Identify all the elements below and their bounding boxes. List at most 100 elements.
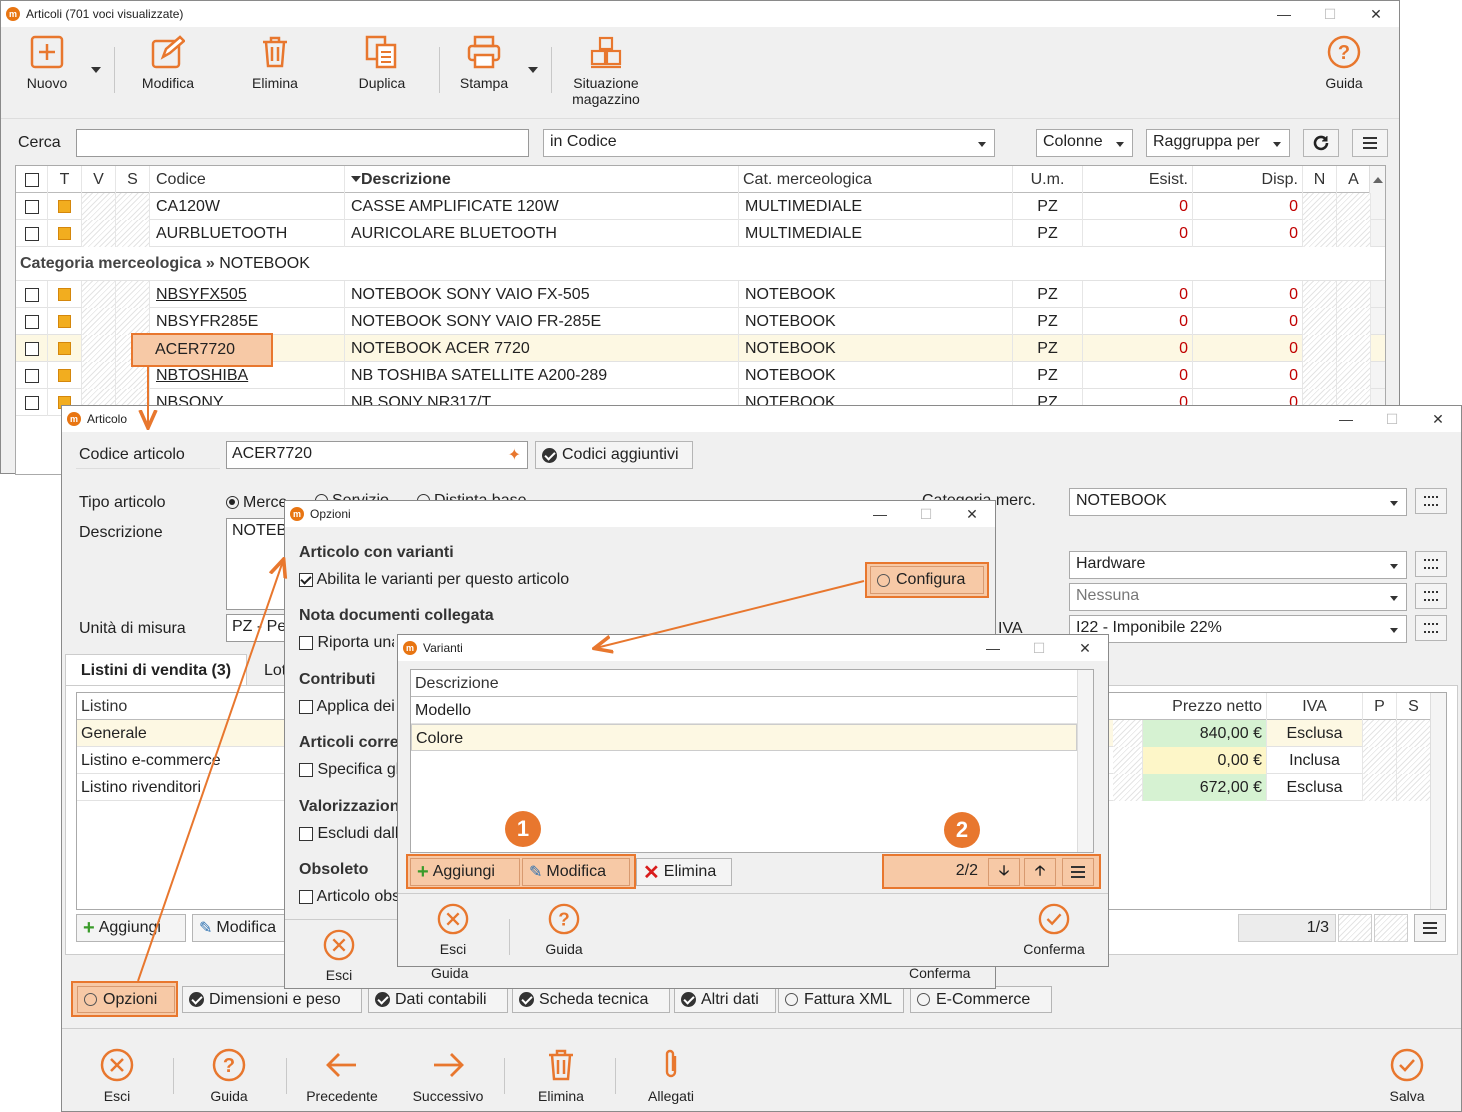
maximize-icon[interactable]: ☐ xyxy=(1369,406,1415,432)
varianti-esci-button[interactable]: Esci xyxy=(436,903,470,957)
opzioni-esci-button[interactable]: Esci xyxy=(321,929,357,983)
listini-scrollbar[interactable] xyxy=(1430,693,1446,909)
minimize-icon[interactable]: — xyxy=(1323,406,1369,432)
col-iva[interactable]: IVA xyxy=(1267,693,1363,720)
group-by-select[interactable]: Raggruppa per xyxy=(1146,129,1290,157)
variante-row[interactable]: Modello xyxy=(411,697,1077,724)
opzioni-guida-label[interactable]: Guida xyxy=(431,965,468,981)
col-listino[interactable]: Listino xyxy=(77,693,297,720)
situazione-magazzino-button[interactable]: Situazione magazzino xyxy=(567,35,645,107)
articolo-esci-button[interactable]: Esci xyxy=(98,1048,136,1104)
codice-input[interactable]: ACER7720 ✦ xyxy=(226,441,528,469)
section-button-dimensioni-e-peso[interactable]: Dimensioni e peso xyxy=(182,986,362,1013)
close-icon[interactable]: ✕ xyxy=(949,501,995,527)
chk-varianti[interactable]: Abilita le varianti per questo articolo xyxy=(299,571,569,589)
precedente-button[interactable]: Precedente xyxy=(302,1048,382,1104)
maximize-icon[interactable]: ☐ xyxy=(1307,1,1353,27)
menu-button[interactable] xyxy=(1352,129,1388,157)
col-n[interactable]: N xyxy=(1303,166,1337,193)
sparkle-icon[interactable]: ✦ xyxy=(508,445,521,465)
configura-button[interactable]: Configura xyxy=(870,566,984,594)
row-checkbox[interactable] xyxy=(24,226,39,241)
row-checkbox[interactable] xyxy=(24,368,39,383)
nuovo-dropdown-icon[interactable] xyxy=(91,67,101,78)
col-descrizione[interactable]: Descrizione xyxy=(411,670,1079,697)
col-s[interactable]: S xyxy=(116,166,150,193)
minimize-icon[interactable]: — xyxy=(1261,1,1307,27)
col-codice[interactable]: Codice xyxy=(150,166,345,193)
iva-select[interactable]: I22 - Imponibile 22% xyxy=(1069,615,1407,643)
close-icon[interactable]: ✕ xyxy=(1062,635,1108,661)
group-header-row[interactable]: Categoria merceologica » NOTEBOOK xyxy=(16,247,1385,281)
col-p[interactable]: P xyxy=(1363,693,1397,720)
row-checkbox[interactable] xyxy=(24,199,39,214)
section-button-scheda-tecnica[interactable]: Scheda tecnica xyxy=(512,986,670,1013)
cat-list-button[interactable] xyxy=(1415,488,1447,514)
table-row[interactable]: NBSYFX505 NOTEBOOK SONY VAIO FX-505 NOTEBO… xyxy=(16,281,1385,308)
hardware-select[interactable]: Hardware xyxy=(1069,551,1407,579)
minimize-icon[interactable]: — xyxy=(857,501,903,527)
chk-nota[interactable]: Riporta una nota xyxy=(299,634,394,652)
maximize-icon[interactable]: ☐ xyxy=(903,501,949,527)
varianti-conferma-button[interactable]: Conferma xyxy=(1022,903,1086,957)
listini-menu-button[interactable] xyxy=(1414,914,1446,942)
col-esist[interactable]: Esist. xyxy=(1083,166,1193,193)
varianti-scrollbar[interactable] xyxy=(1077,670,1093,852)
chk-contributi[interactable]: Applica dei contributi xyxy=(299,698,397,716)
cat-select[interactable]: NOTEBOOK xyxy=(1069,488,1407,516)
iva-list-button[interactable] xyxy=(1415,615,1447,641)
row-checkbox[interactable] xyxy=(24,341,39,356)
col-descrizione[interactable]: Descrizione xyxy=(345,166,739,193)
section-button-dati-contabili[interactable]: Dati contabili xyxy=(368,986,508,1013)
table-row[interactable]: NBSYFR285E NOTEBOOK SONY VAIO FR-285E NOTE… xyxy=(16,308,1385,335)
chk-valorizzazione[interactable]: Escludi dalla valorizzazione xyxy=(299,825,397,843)
stampa-button[interactable]: Stampa xyxy=(457,35,511,91)
row-checkbox[interactable] xyxy=(24,395,39,410)
salva-button[interactable]: Salva xyxy=(1388,1048,1426,1104)
varianti-menu-button[interactable] xyxy=(1062,858,1094,886)
col-a[interactable]: A xyxy=(1337,166,1371,193)
col-um[interactable]: U.m. xyxy=(1013,166,1083,193)
codici-aggiuntivi-button[interactable]: Codici aggiuntivi xyxy=(535,441,693,469)
opzioni-conferma-label[interactable]: Conferma xyxy=(909,965,970,981)
articolo-elimina-button[interactable]: Elimina xyxy=(536,1048,586,1104)
nessuna-select[interactable]: Nessuna xyxy=(1069,583,1407,611)
chk-obsoleto[interactable]: Articolo obsoleto xyxy=(299,888,397,906)
section-button-fattura-xml[interactable]: Fattura XML xyxy=(778,986,904,1013)
section-button-altri-dati[interactable]: Altri dati xyxy=(674,986,776,1013)
select-all-checkbox[interactable] xyxy=(24,172,39,187)
row-checkbox[interactable] xyxy=(24,314,39,329)
search-scope-select[interactable]: in Codice xyxy=(543,129,995,157)
articolo-guida-button[interactable]: ? Guida xyxy=(208,1048,250,1104)
varianti-modifica-button[interactable]: ✎ Modifica xyxy=(522,858,630,886)
chk-correlati[interactable]: Specifica gli articoli xyxy=(299,761,397,779)
varianti-guida-button[interactable]: ? Guida xyxy=(543,903,585,957)
duplica-button[interactable]: Duplica xyxy=(355,35,409,91)
section-button-e-commerce[interactable]: E-Commerce xyxy=(910,986,1052,1013)
hardware-list-button[interactable] xyxy=(1415,551,1447,577)
table-row[interactable]: AURBLUETOOTH AURICOLARE BLUETOOTH MULTIMED… xyxy=(16,220,1385,247)
refresh-button[interactable] xyxy=(1303,129,1339,157)
tipo-merce-radio[interactable]: Merce xyxy=(226,494,287,512)
section-button-opzioni[interactable]: Opzioni xyxy=(77,986,175,1013)
allegati-button[interactable]: Allegati xyxy=(646,1048,696,1104)
varianti-aggiungi-button[interactable]: + Aggiungi xyxy=(410,858,520,886)
close-icon[interactable]: ✕ xyxy=(1415,406,1461,432)
move-down-button[interactable]: 🡣 xyxy=(988,858,1020,886)
successivo-button[interactable]: Successivo xyxy=(410,1048,486,1104)
stampa-dropdown-icon[interactable] xyxy=(528,67,538,78)
col-cat[interactable]: Cat. merceologica xyxy=(739,166,1013,193)
tab-listini[interactable]: Listini di vendita (3) xyxy=(65,654,247,686)
maximize-icon[interactable]: ☐ xyxy=(1016,635,1062,661)
close-icon[interactable]: ✕ xyxy=(1353,1,1399,27)
modifica-button[interactable]: Modifica xyxy=(139,35,197,91)
minimize-icon[interactable]: — xyxy=(970,635,1016,661)
variante-row[interactable]: Colore xyxy=(411,724,1077,751)
search-input[interactable] xyxy=(76,129,529,157)
nuovo-button[interactable]: Nuovo xyxy=(21,35,73,91)
nessuna-list-button[interactable] xyxy=(1415,583,1447,609)
varianti-elimina-button[interactable]: ✕ Elimina xyxy=(636,858,732,886)
col-v[interactable]: V xyxy=(82,166,116,193)
col-s[interactable]: S xyxy=(1397,693,1431,720)
guida-button[interactable]: ? Guida xyxy=(1319,35,1369,91)
